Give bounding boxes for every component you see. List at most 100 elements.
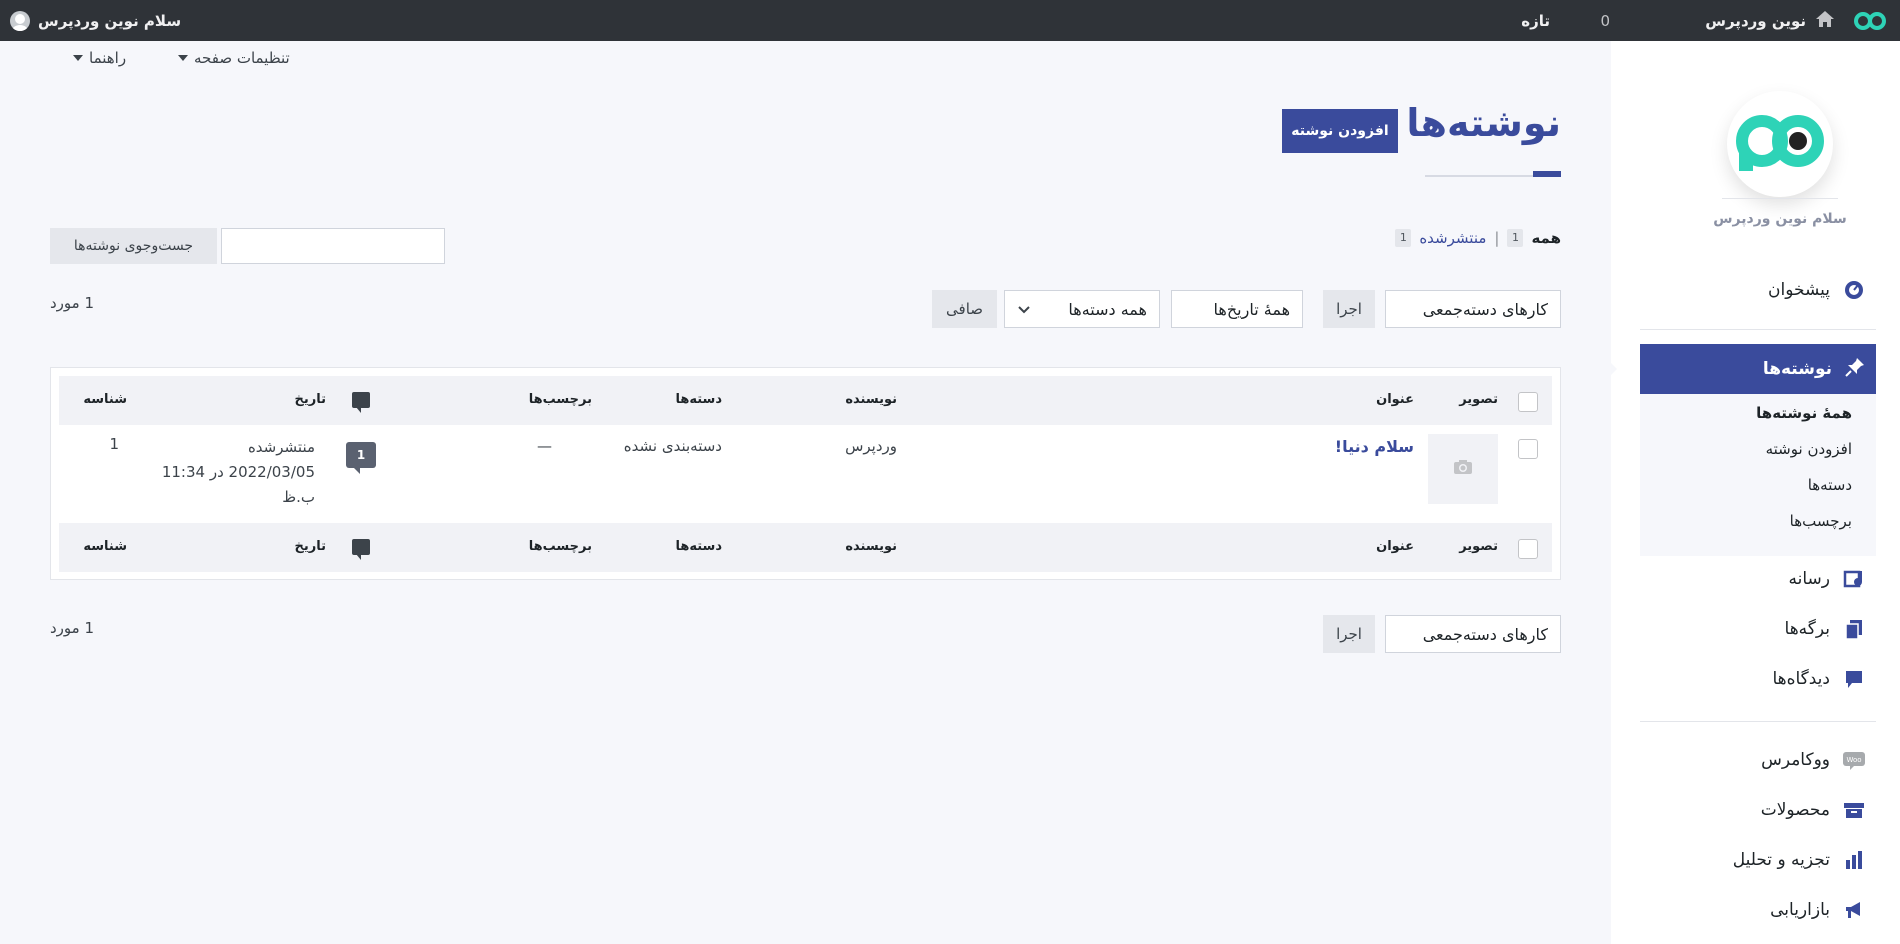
sidebar-item-dashboard[interactable]: پیشخوان [1636,270,1866,310]
table-footer: تصویر عنوان نویسنده دسته‌ها برچسب‌ها تار… [59,523,1552,572]
column-id[interactable]: شناسه [83,539,127,554]
sidebar-item-marketing[interactable]: بازاریابی [1636,890,1866,930]
submenu-add-post[interactable]: افزودن نوشته [1766,440,1852,458]
filter-all-link[interactable]: همه [1531,229,1561,247]
select-all-checkbox[interactable] [1518,539,1538,559]
submenu-categories[interactable]: دسته‌ها [1808,476,1852,494]
dates-value: همهٔ تاریخ‌ها [1213,299,1291,319]
help-toggle[interactable]: راهنما [73,49,126,67]
add-new-post-button[interactable]: افزودن نوشته [1282,109,1398,153]
sidebar-item-label: محصولات [1760,800,1830,820]
column-date[interactable]: تاریخ [295,539,327,554]
admin-bar: نوین وردپرس 0 تازه سلام نوین وردپرس [0,0,1900,41]
admin-bar-site-name: نوین وردپرس [1705,11,1806,30]
column-tags: برچسب‌ها [528,539,592,554]
search-input[interactable] [221,228,445,264]
comments-column-icon[interactable] [352,392,370,413]
post-author-link[interactable]: وردپرس [845,437,897,455]
select-all-checkbox[interactable] [1518,392,1538,412]
sidebar-item-pages[interactable]: برگه‌ها [1636,609,1866,649]
posts-table: تصویر عنوان نویسنده دسته‌ها برچسب‌ها تار… [50,367,1561,580]
column-author: نویسنده [845,539,897,554]
comment-count-bubble[interactable]: 1 [346,442,376,474]
filter-published-link[interactable]: منتشرشده [1419,229,1486,247]
admin-bar-comments[interactable]: 0 [1600,0,1610,41]
divider [1722,198,1838,199]
post-id: 1 [109,435,119,453]
comments-count: 0 [1600,11,1610,30]
column-date[interactable]: تاریخ [295,392,327,407]
admin-bar-new[interactable]: تازه [1521,0,1550,41]
home-icon [1814,9,1836,33]
sidebar-item-label: رسانه [1788,569,1830,589]
dates-select[interactable]: همهٔ تاریخ‌ها [1171,290,1303,328]
sidebar-item-posts[interactable]: نوشته‌ها [1640,344,1876,394]
submenu-all-posts[interactable]: همهٔ نوشته‌ها [1756,404,1852,422]
pin-icon [1844,356,1866,383]
admin-bar-account[interactable]: سلام نوین وردپرس [10,0,181,41]
comments-icon [1842,667,1866,691]
table-header: تصویر عنوان نویسنده دسته‌ها برچسب‌ها تار… [59,376,1552,425]
post-tags: — [537,437,552,455]
sidebar-item-analytics[interactable]: تجزیه و تحلیل [1636,840,1866,880]
table-row: سلام دنیا! وردپرس دسته‌بندی نشده — 1 منت… [59,425,1552,523]
divider: | [1494,229,1500,247]
column-title[interactable]: عنوان [1376,392,1414,407]
post-title-link[interactable]: سلام دنیا! [1335,437,1414,456]
column-author: نویسنده [845,392,897,407]
post-categories-link[interactable]: دسته‌بندی نشده [624,437,722,455]
column-categories: دسته‌ها [675,392,722,407]
column-id[interactable]: شناسه [83,392,127,407]
pages-icon [1842,617,1866,641]
bulk-actions-value: کارهای دسته‌جمعی [1422,624,1548,644]
chevron-down-icon [1017,300,1031,319]
divider [1640,329,1876,330]
title-accent [1533,171,1561,177]
posts-submenu: همهٔ نوشته‌ها افزودن نوشته دسته‌ها برچسب… [1640,394,1876,556]
svg-text:Woo: Woo [1846,756,1861,764]
bulk-actions-value: کارهای دسته‌جمعی [1422,299,1548,319]
marketing-icon [1842,898,1866,922]
site-logo-icon[interactable] [1854,0,1886,41]
divider [1425,175,1533,177]
sidebar-item-comments[interactable]: دیدگاه‌ها [1636,659,1866,699]
page-title: نوشته‌ها [1406,101,1561,145]
post-thumbnail [1428,434,1498,504]
sidebar-item-label: برگه‌ها [1784,619,1830,639]
sidebar-item-media[interactable]: رسانه [1636,559,1866,599]
site-logo[interactable] [1727,91,1833,197]
comments-column-icon[interactable] [352,539,370,560]
screen-options-label: تنظیمات صفحه [194,49,290,67]
items-count: 1 مورد [50,294,95,312]
avatar [10,10,30,31]
column-title[interactable]: عنوان [1376,539,1414,554]
filter-button[interactable]: صافی [932,290,997,328]
sidebar-item-woocommerce[interactable]: Woo ووکامرس [1636,740,1866,780]
screen-options-toggle[interactable]: تنظیمات صفحه [178,49,290,67]
status-filters: همه 1 | منتشرشده 1 [1395,229,1561,247]
apply-button[interactable]: اجرا [1323,615,1375,653]
categories-value: همه دسته‌ها [1068,299,1147,319]
sidebar-site-name: سلام نوین وردپرس [1713,211,1847,227]
bulk-actions-select[interactable]: کارهای دسته‌جمعی [1385,615,1561,653]
column-tags: برچسب‌ها [528,392,592,407]
analytics-icon [1842,848,1866,872]
sidebar-item-label: تجزیه و تحلیل [1732,850,1830,870]
admin-bar-site[interactable]: نوین وردپرس [1705,0,1836,41]
search-posts-button[interactable]: جست‌وجوی نوشته‌ها [50,228,217,264]
sidebar-item-label: نوشته‌ها [1762,359,1832,379]
apply-button[interactable]: اجرا [1323,290,1375,328]
post-status: منتشرشده [247,438,315,456]
bulk-actions-select[interactable]: کارهای دسته‌جمعی [1385,290,1561,328]
submenu-tags[interactable]: برچسب‌ها [1790,512,1852,530]
categories-select[interactable]: همه دسته‌ها [1004,290,1160,328]
help-label: راهنما [89,49,127,67]
dashboard-icon [1842,278,1866,302]
row-checkbox[interactable] [1518,439,1538,459]
divider [1640,721,1876,722]
sidebar-item-label: دیدگاه‌ها [1772,669,1830,689]
filter-all-count: 1 [1507,229,1524,247]
media-icon [1842,567,1866,591]
products-icon [1842,798,1866,822]
sidebar-item-products[interactable]: محصولات [1636,790,1866,830]
